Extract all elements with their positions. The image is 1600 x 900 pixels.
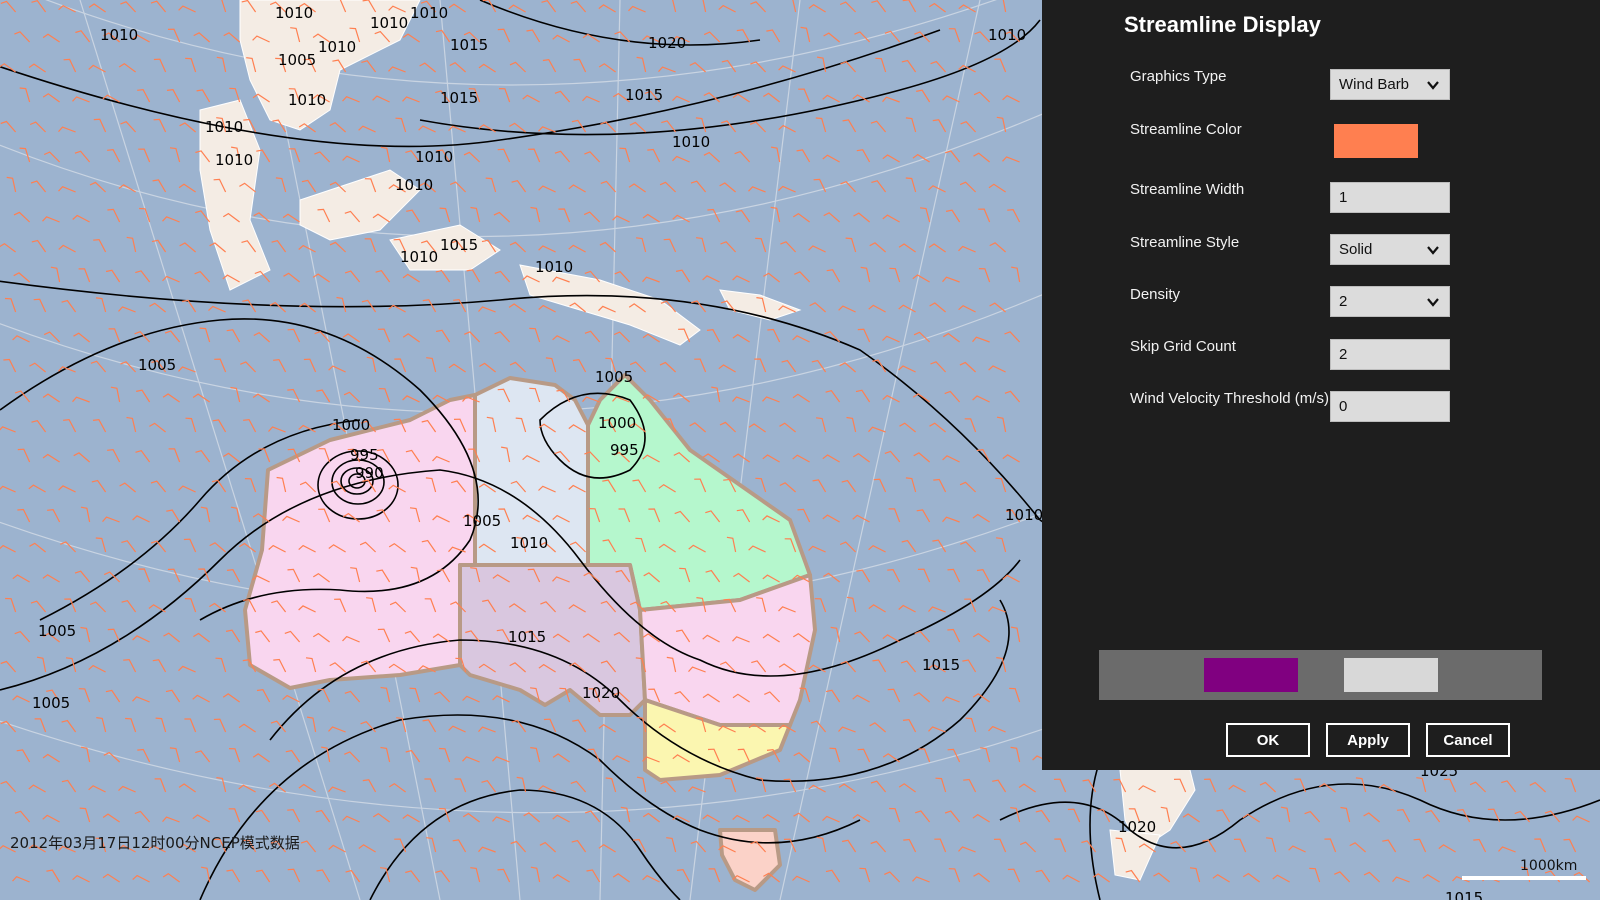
isobar-label: 1015 (922, 656, 960, 674)
wind-velocity-threshold-input[interactable]: 0 (1330, 391, 1450, 422)
streamline-style-select[interactable]: Solid (1330, 234, 1450, 265)
isobar-label: 995 (610, 441, 639, 459)
scale-label: 1000km (1520, 858, 1578, 874)
wind-velocity-threshold-value: 0 (1339, 398, 1348, 415)
isobar-label: 1005 (138, 356, 176, 374)
isobar-label: 1010 (535, 258, 573, 276)
isobar-label: 1010 (370, 14, 408, 32)
isobar-label: 1010 (275, 4, 313, 22)
isobar-label: 1015 (1445, 889, 1483, 900)
cancel-button[interactable]: Cancel (1426, 723, 1510, 757)
isobar-label: 1010 (1005, 506, 1043, 524)
skip-grid-count-label: Skip Grid Count (1130, 338, 1236, 355)
isobar-label: 1020 (648, 34, 686, 52)
streamline-style-value: Solid (1339, 241, 1373, 258)
wind-velocity-threshold-label: Wind Velocity Threshold (m/s) (1130, 390, 1329, 407)
light-gray-swatch[interactable] (1344, 658, 1438, 692)
isobar-label: 1015 (625, 86, 663, 104)
isobar-label: 1010 (410, 4, 448, 22)
datestamp: 2012年03月17日12时00分NCEP模式数据 (10, 834, 300, 852)
density-value: 2 (1339, 293, 1348, 310)
isobar-label: 1005 (32, 694, 70, 712)
apply-button[interactable]: Apply (1326, 723, 1410, 757)
streamline-width-input[interactable]: 1 (1330, 182, 1450, 213)
isobar-label: 1000 (332, 416, 370, 434)
ok-button[interactable]: OK (1226, 723, 1310, 757)
chevron-down-icon (1427, 81, 1439, 90)
panel-title: Streamline Display (1124, 12, 1321, 37)
isobar-label: 1010 (205, 118, 243, 136)
isobar-label: 990 (355, 464, 384, 482)
graphics-type-select[interactable]: Wind Barb (1330, 69, 1450, 100)
isobar-label: 1010 (395, 176, 433, 194)
isobar-label: 1015 (440, 236, 478, 254)
isobar-label: 1010 (400, 248, 438, 266)
isobar-label: 1020 (582, 684, 620, 702)
isobar-label: 995 (350, 446, 379, 464)
graphics-type-value: Wind Barb (1339, 76, 1410, 93)
streamline-style-label: Streamline Style (1130, 234, 1240, 251)
streamline-width-label: Streamline Width (1130, 181, 1245, 198)
skip-grid-count-input[interactable]: 2 (1330, 339, 1450, 370)
streamline-width-value: 1 (1339, 189, 1348, 206)
isobar-label: 1005 (595, 368, 633, 386)
density-select[interactable]: 2 (1330, 286, 1450, 317)
isobar-label: 1015 (450, 36, 488, 54)
isobar-label: 1010 (318, 38, 356, 56)
isobar-label: 1005 (278, 51, 316, 69)
chevron-down-icon (1427, 298, 1439, 307)
isobar-label: 1010 (672, 133, 710, 151)
graphics-type-label: Graphics Type (1130, 68, 1227, 85)
scale-bar (1462, 876, 1586, 880)
density-label: Density (1130, 286, 1181, 303)
streamline-color-label: Streamline Color (1130, 121, 1242, 138)
isobar-label: 1010 (415, 148, 453, 166)
isobar-label: 1020 (1118, 818, 1156, 836)
isobar-label: 1005 (38, 622, 76, 640)
isobar-label: 1010 (288, 91, 326, 109)
isobar-label: 1015 (440, 89, 478, 107)
color-swatch-bar (1099, 650, 1542, 700)
isobar-label: 1000 (598, 414, 636, 432)
isobar-label: 1010 (988, 26, 1026, 44)
chevron-down-icon (1427, 246, 1439, 255)
skip-grid-count-value: 2 (1339, 346, 1348, 363)
purple-swatch[interactable] (1204, 658, 1298, 692)
streamline-display-panel: Streamline Display Graphics Type Wind Ba… (1042, 0, 1600, 770)
streamline-color-swatch[interactable] (1334, 124, 1418, 158)
isobar-label: 1010 (215, 151, 253, 169)
isobar-label: 1010 (510, 534, 548, 552)
isobar-label: 1005 (463, 512, 501, 530)
isobar-label: 1015 (508, 628, 546, 646)
isobar-label: 1010 (100, 26, 138, 44)
